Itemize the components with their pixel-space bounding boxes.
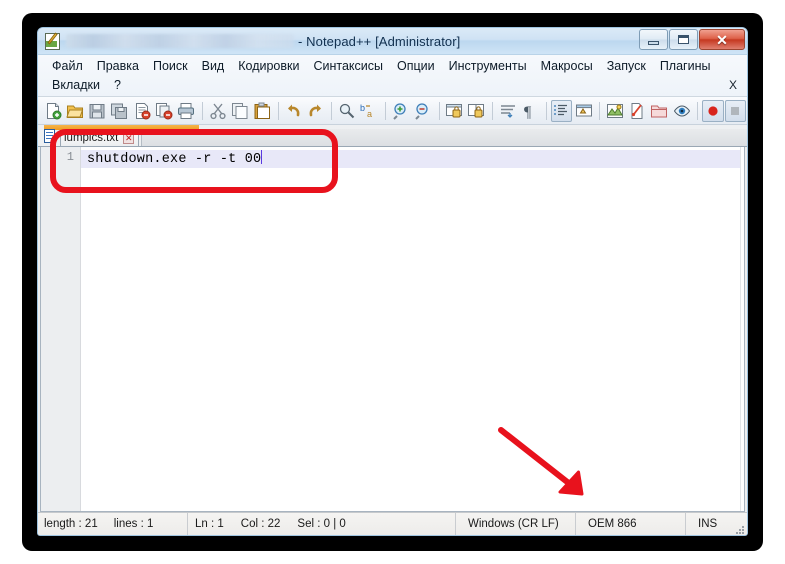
menu-row-secondary: Вкладки ? X [38, 76, 747, 95]
svg-text:¶: ¶ [524, 104, 532, 120]
close-file-icon[interactable] [131, 100, 152, 122]
window-controls: ✕ [639, 29, 745, 50]
tab-label: lumpics.txt [64, 132, 119, 144]
restore-icon [678, 35, 689, 44]
vertical-scrollbar[interactable] [740, 147, 744, 511]
close-icon: ✕ [716, 31, 728, 48]
line-number: 1 [66, 150, 74, 164]
new-file-icon[interactable] [42, 100, 63, 122]
window-title: - Notepad++ [Administrator] [298, 33, 461, 49]
status-insert-mode-label: INS [698, 518, 718, 530]
code-line-1[interactable]: shutdown.exe -r -t 00 [81, 150, 744, 168]
show-document-map-icon[interactable] [604, 100, 625, 122]
menu-item-help[interactable]: ? [107, 77, 128, 94]
menu-item-search[interactable]: Поиск [146, 58, 195, 75]
sync-vertical-scroll-icon[interactable] [444, 100, 465, 122]
toolbar-separator [331, 101, 333, 120]
status-sel: Sel : 0 | 0 [297, 518, 346, 530]
toolbar-separator [545, 101, 547, 120]
menu-close-document-x[interactable]: X [729, 78, 737, 92]
cut-icon[interactable] [207, 100, 228, 122]
minimize-icon [648, 40, 659, 45]
tab-lumpics-txt[interactable]: lumpics.txt ✕ [60, 129, 140, 146]
record-macro-icon[interactable] [702, 99, 724, 122]
indent-guide-icon[interactable] [550, 99, 572, 122]
menu-item-file[interactable]: Файл [45, 58, 90, 75]
line-number-gutter: 1 [41, 147, 81, 511]
replace-icon[interactable]: ba [359, 100, 380, 122]
notepad-plus-plus-icon [44, 32, 62, 50]
menu-item-settings[interactable]: Опции [390, 58, 442, 75]
user-defined-dialog-icon[interactable] [573, 100, 594, 122]
minimize-button[interactable] [639, 29, 668, 50]
menu-item-language[interactable]: Синтаксисы [306, 58, 390, 75]
menu-item-tools[interactable]: Инструменты [442, 58, 534, 75]
open-file-icon[interactable] [64, 100, 85, 122]
document-tab-strip: lumpics.txt ✕ [38, 125, 747, 147]
status-ln: Ln : 1 [195, 518, 224, 530]
print-icon[interactable] [176, 100, 197, 122]
find-icon[interactable] [336, 100, 357, 122]
status-cursor-position: Ln : 1 Col : 22 Sel : 0 | 0 [188, 512, 456, 535]
text-caret [261, 150, 263, 164]
toolbar-separator [697, 101, 699, 120]
status-lines: lines : 1 [113, 518, 154, 530]
window-title-bar: - Notepad++ [Administrator] ✕ [38, 28, 747, 55]
function-list-icon[interactable] [626, 100, 647, 122]
svg-text:b: b [360, 103, 365, 113]
notepad-plus-plus-window: - Notepad++ [Administrator] ✕ Файл Правк… [37, 27, 748, 536]
toolbar-separator [438, 101, 440, 120]
undo-icon[interactable] [283, 100, 304, 122]
close-all-icon[interactable] [153, 100, 174, 122]
restore-button[interactable] [669, 29, 698, 50]
monitoring-icon[interactable] [671, 100, 692, 122]
main-toolbar: ba ¶ [38, 97, 747, 125]
status-encoding[interactable]: OEM 866 [576, 512, 686, 535]
toolbar-separator [277, 101, 279, 120]
stop-macro-icon[interactable] [724, 99, 746, 122]
zoom-out-icon[interactable] [412, 100, 433, 122]
menu-row-primary: Файл Правка Поиск Вид Кодировки Синтакси… [38, 57, 747, 76]
save-icon[interactable] [87, 100, 108, 122]
paste-icon[interactable] [252, 100, 273, 122]
text-document-icon [43, 129, 58, 144]
resize-grip-icon[interactable] [734, 524, 744, 534]
tab-strip-empty-area [141, 129, 747, 146]
sync-horizontal-scroll-icon[interactable] [466, 100, 487, 122]
menu-item-macro[interactable]: Макросы [534, 58, 600, 75]
toolbar-separator [384, 101, 386, 120]
status-col: Col : 22 [240, 518, 281, 530]
toolbar-separator [599, 101, 601, 120]
close-button[interactable]: ✕ [699, 29, 745, 50]
toolbar-separator [201, 101, 203, 120]
save-all-icon[interactable] [109, 100, 130, 122]
blurred-file-path [66, 34, 294, 48]
zoom-in-icon[interactable] [390, 100, 411, 122]
folder-as-workspace-icon[interactable] [649, 100, 670, 122]
svg-text:a: a [367, 109, 372, 119]
menu-bar: Файл Правка Поиск Вид Кодировки Синтакси… [38, 55, 747, 97]
status-bar: length : 21 lines : 1 Ln : 1 Col : 22 Se… [38, 512, 747, 535]
menu-item-window[interactable]: Вкладки [45, 77, 107, 94]
toolbar-separator [492, 101, 494, 120]
word-wrap-icon[interactable] [497, 100, 518, 122]
active-tab-highlight-bar [44, 125, 199, 130]
menu-item-view[interactable]: Вид [195, 58, 232, 75]
status-insert-mode[interactable]: INS [686, 513, 747, 536]
redo-icon[interactable] [305, 100, 326, 122]
tab-close-icon[interactable]: ✕ [123, 132, 135, 144]
status-document-info: length : 21 lines : 1 [38, 512, 188, 535]
menu-item-encoding[interactable]: Кодировки [231, 58, 306, 75]
menu-item-plugins[interactable]: Плагины [653, 58, 718, 75]
editor-area[interactable]: 1 shutdown.exe -r -t 00 [40, 147, 745, 512]
status-eol-format[interactable]: Windows (CR LF) [456, 512, 576, 535]
code-text-area[interactable]: shutdown.exe -r -t 00 [81, 147, 744, 511]
menu-item-edit[interactable]: Правка [90, 58, 146, 75]
menu-item-run[interactable]: Запуск [600, 58, 653, 75]
copy-icon[interactable] [229, 100, 250, 122]
code-line-text: shutdown.exe -r -t 00 [87, 152, 262, 167]
status-length: length : 21 [44, 518, 98, 530]
show-all-chars-icon[interactable]: ¶ [519, 100, 540, 122]
